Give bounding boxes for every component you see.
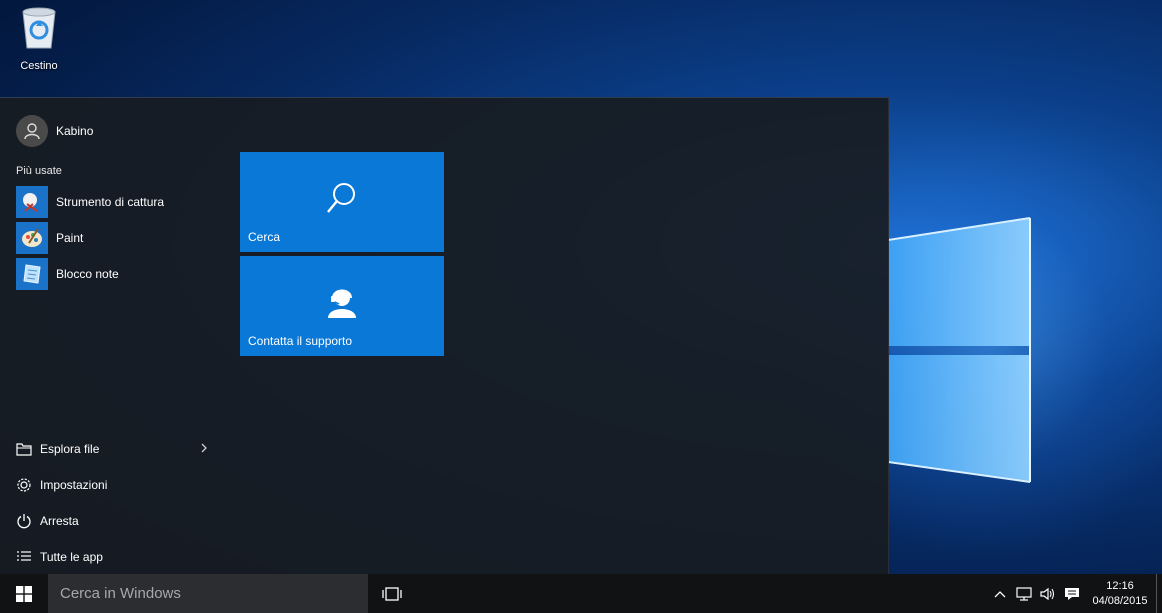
user-name: Kabino [56,124,94,138]
most-used-heading: Più usate [16,165,62,177]
task-view-button[interactable] [376,582,408,606]
recycle-bin-shortcut[interactable]: Cestino [10,4,68,72]
recycle-bin-icon [22,7,56,49]
chevron-up-icon[interactable] [988,582,1012,606]
task-view-icon [382,587,402,601]
network-icon[interactable] [1012,582,1036,606]
search-icon [327,183,355,213]
show-desktop-button[interactable] [1156,574,1162,613]
most-used-list: Strumento di cattura Paint Blocco note [16,186,216,294]
power-icon [14,511,34,531]
menu-label: Arresta [40,514,79,528]
start-button[interactable] [0,574,48,613]
app-label: Blocco note [56,267,119,281]
app-paint[interactable]: Paint [16,222,216,254]
user-avatar-icon [16,115,48,147]
paint-icon [16,222,48,254]
recycle-bin-label: Cestino [20,60,58,72]
start-menu: Kabino Più usate Strumento di cattura Pa… [0,97,889,574]
gear-icon [14,475,34,495]
search-input[interactable] [48,574,368,613]
tile-label: Cerca [248,230,281,244]
start-bottom-list: Esplora file Impostazioni Arresta Tutte … [14,431,214,575]
clock-time: 12:16 [1106,579,1134,592]
menu-label: Esplora file [40,442,100,456]
menu-label: Impostazioni [40,478,108,492]
windows-start-icon [16,585,32,602]
volume-icon[interactable] [1036,582,1060,606]
tile-cerca[interactable]: Cerca [240,152,444,252]
chevron-right-icon[interactable] [200,442,208,454]
action-center-icon[interactable] [1060,582,1084,606]
menu-label: Tutte le app [40,550,103,564]
app-label: Paint [56,231,84,245]
folder-icon [14,439,34,459]
taskbar-search-box [48,574,368,613]
user-account[interactable]: Kabino [16,115,93,147]
list-icon [14,547,34,567]
tiles-area: Cerca Contatta il supporto [240,152,444,360]
taskbar: 12:16 04/08/2015 [0,574,1162,613]
tile-label: Contatta il supporto [248,334,353,348]
menu-impostazioni[interactable]: Impostazioni [14,467,214,503]
windows-logo-wallpaper [888,217,1031,483]
clock[interactable]: 12:16 04/08/2015 [1088,579,1152,609]
tile-contatta-il-supporto[interactable]: Contatta il supporto [240,256,444,356]
notepad-icon [16,258,48,290]
support-agent-icon [328,289,356,318]
app-strumento-di-cattura[interactable]: Strumento di cattura [16,186,216,218]
menu-tutte-le-app[interactable]: Tutte le app [14,539,214,575]
system-tray: 12:16 04/08/2015 [988,574,1162,613]
menu-esplora-file[interactable]: Esplora file [14,431,214,467]
menu-arresta[interactable]: Arresta [14,503,214,539]
snipping-tool-icon [16,186,48,218]
clock-date: 04/08/2015 [1092,594,1148,607]
app-label: Strumento di cattura [56,195,165,209]
app-blocco-note[interactable]: Blocco note [16,258,216,290]
